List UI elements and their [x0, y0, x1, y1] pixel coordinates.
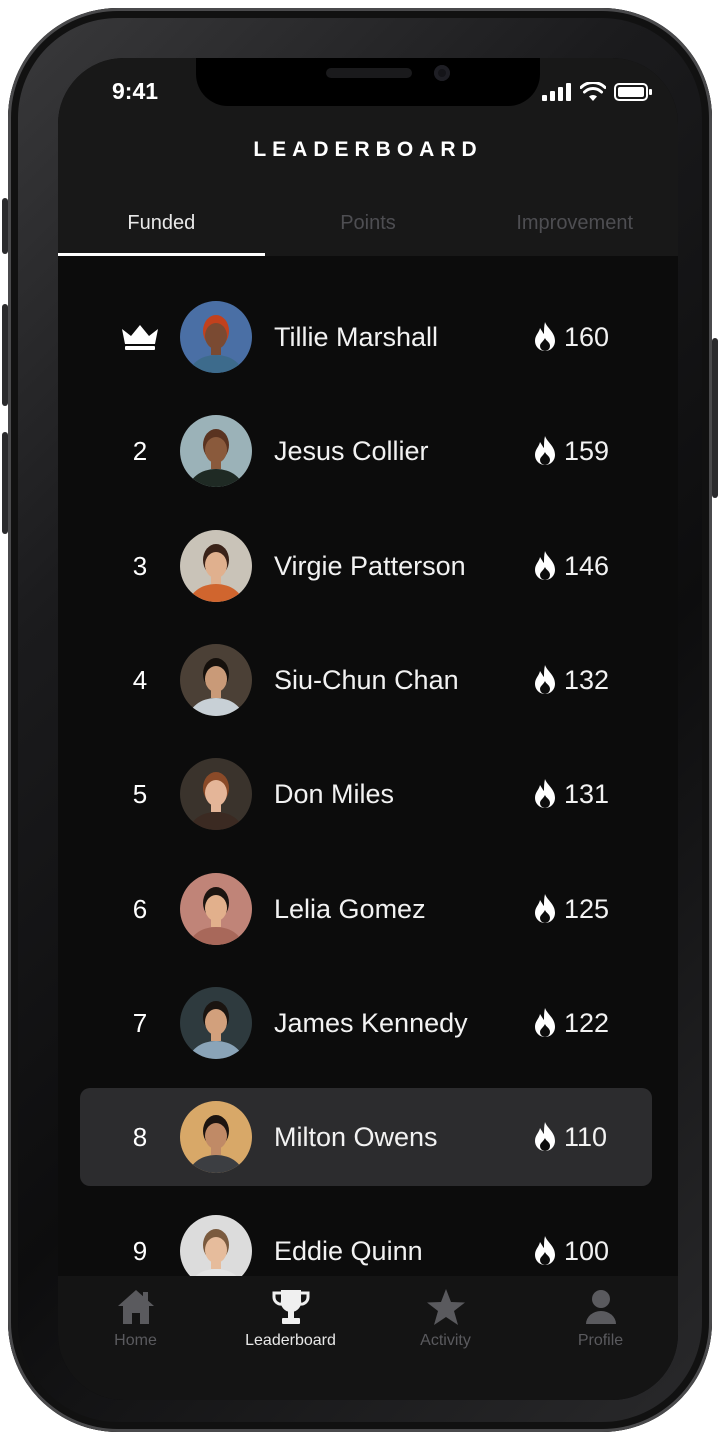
rank-number: 3: [132, 550, 148, 581]
tab-bar: Funded Points Improvement: [58, 198, 678, 256]
nav-profile-label: Profile: [577, 1332, 624, 1349]
nav-activity-label: Activity: [420, 1332, 471, 1349]
flame-icon: [532, 435, 558, 467]
nav-home[interactable]: Home: [58, 1276, 213, 1400]
player-score: 122: [532, 974, 609, 1072]
rank-number: 2: [132, 435, 148, 466]
speaker: [326, 68, 412, 78]
star-icon: [426, 1289, 465, 1325]
front-camera: [434, 65, 450, 81]
player-score: 131: [532, 745, 609, 843]
leaderboard-row[interactable]: 8 Milton Owens 110: [80, 1088, 652, 1186]
phone-frame: 9:41 LEADERBOARD Funded Points Improveme…: [2, 8, 718, 1432]
nav-activity[interactable]: Activity: [368, 1276, 523, 1400]
score-value: 131: [564, 778, 610, 809]
score-value: 110: [564, 1121, 608, 1152]
leaderboard-row[interactable]: 7 James Kennedy 122: [80, 974, 652, 1072]
player-score: 146: [532, 517, 609, 615]
avatar: [180, 873, 252, 945]
volume-up-button: [2, 304, 8, 406]
player-score: 132: [532, 631, 609, 729]
avatar: [180, 758, 252, 830]
notch: [196, 58, 540, 106]
trophy-icon: [271, 1290, 310, 1324]
rank-number: 5: [132, 778, 148, 809]
leaderboard-row[interactable]: 3 Virgie Patterson 146: [80, 517, 652, 615]
avatar: [180, 987, 252, 1059]
leaderboard-row[interactable]: 6 Lelia Gomez 125: [80, 860, 652, 958]
player-score: 110: [532, 1088, 607, 1186]
flame-icon: [532, 664, 558, 696]
flame-icon: [532, 321, 558, 353]
score-value: 100: [564, 1235, 610, 1266]
player-name: Lelia Gomez: [274, 893, 426, 924]
player-score: 160: [532, 288, 609, 386]
player-name: Virgie Patterson: [274, 550, 466, 581]
player-name: Milton Owens: [274, 1121, 438, 1152]
status-icons: [542, 82, 652, 101]
avatar: [180, 1101, 252, 1173]
player-name: Don Miles: [274, 778, 395, 809]
leaderboard-row[interactable]: 4 Siu-Chun Chan 132: [80, 631, 652, 729]
nav-home-label: Home: [114, 1332, 157, 1349]
flame-icon: [532, 778, 558, 810]
score-value: 160: [564, 321, 610, 352]
flame-icon: [532, 550, 558, 582]
page-title: LEADERBOARD: [253, 138, 483, 161]
avatar: [180, 644, 252, 716]
silent-switch: [2, 198, 8, 254]
tab-points[interactable]: Points: [265, 198, 472, 256]
signal-icon: [542, 82, 571, 101]
rank-number: 4: [132, 664, 148, 695]
tab-funded[interactable]: Funded: [58, 198, 265, 256]
power-button: [712, 338, 718, 498]
player-name: Tillie Marshall: [274, 321, 439, 352]
status-time: 9:41: [112, 78, 159, 104]
bottom-nav: Home Leaderboard Activity Profile: [58, 1276, 678, 1400]
score-value: 125: [564, 893, 610, 924]
leaderboard-row[interactable]: Tillie Marshall 160: [80, 288, 652, 386]
flame-icon: [532, 893, 558, 925]
avatar: [180, 415, 252, 487]
flame-icon: [532, 1235, 558, 1267]
crown-icon: [120, 288, 160, 386]
flame-icon: [532, 1007, 558, 1039]
score-value: 122: [564, 1007, 610, 1038]
volume-down-button: [2, 432, 8, 534]
nav-profile[interactable]: Profile: [523, 1276, 678, 1400]
player-name: James Kennedy: [274, 1007, 468, 1038]
player-name: Jesus Collier: [274, 435, 429, 466]
nav-leaderboard-label: Leaderboard: [245, 1332, 336, 1349]
avatar: [180, 301, 252, 373]
score-value: 159: [564, 435, 610, 466]
rank-number: 6: [132, 893, 148, 924]
wifi-icon: [580, 82, 606, 101]
screen: 9:41 LEADERBOARD Funded Points Improveme…: [58, 58, 678, 1400]
battery-icon: [614, 82, 652, 101]
player-name: Siu-Chun Chan: [274, 664, 459, 695]
avatar: [180, 530, 252, 602]
rank-number: 7: [132, 1007, 148, 1038]
home-icon: [117, 1290, 154, 1324]
tab-improvement[interactable]: Improvement: [471, 198, 678, 256]
leaderboard-row[interactable]: 5 Don Miles 131: [80, 745, 652, 843]
person-icon: [585, 1290, 616, 1324]
leaderboard-row[interactable]: 2 Jesus Collier 159: [80, 402, 652, 500]
nav-leaderboard[interactable]: Leaderboard: [213, 1276, 368, 1400]
rank-number: 8: [132, 1121, 148, 1152]
player-score: 159: [532, 402, 609, 500]
player-score: 125: [532, 860, 609, 958]
score-value: 132: [564, 664, 610, 695]
flame-icon: [532, 1121, 558, 1153]
score-value: 146: [564, 550, 610, 581]
